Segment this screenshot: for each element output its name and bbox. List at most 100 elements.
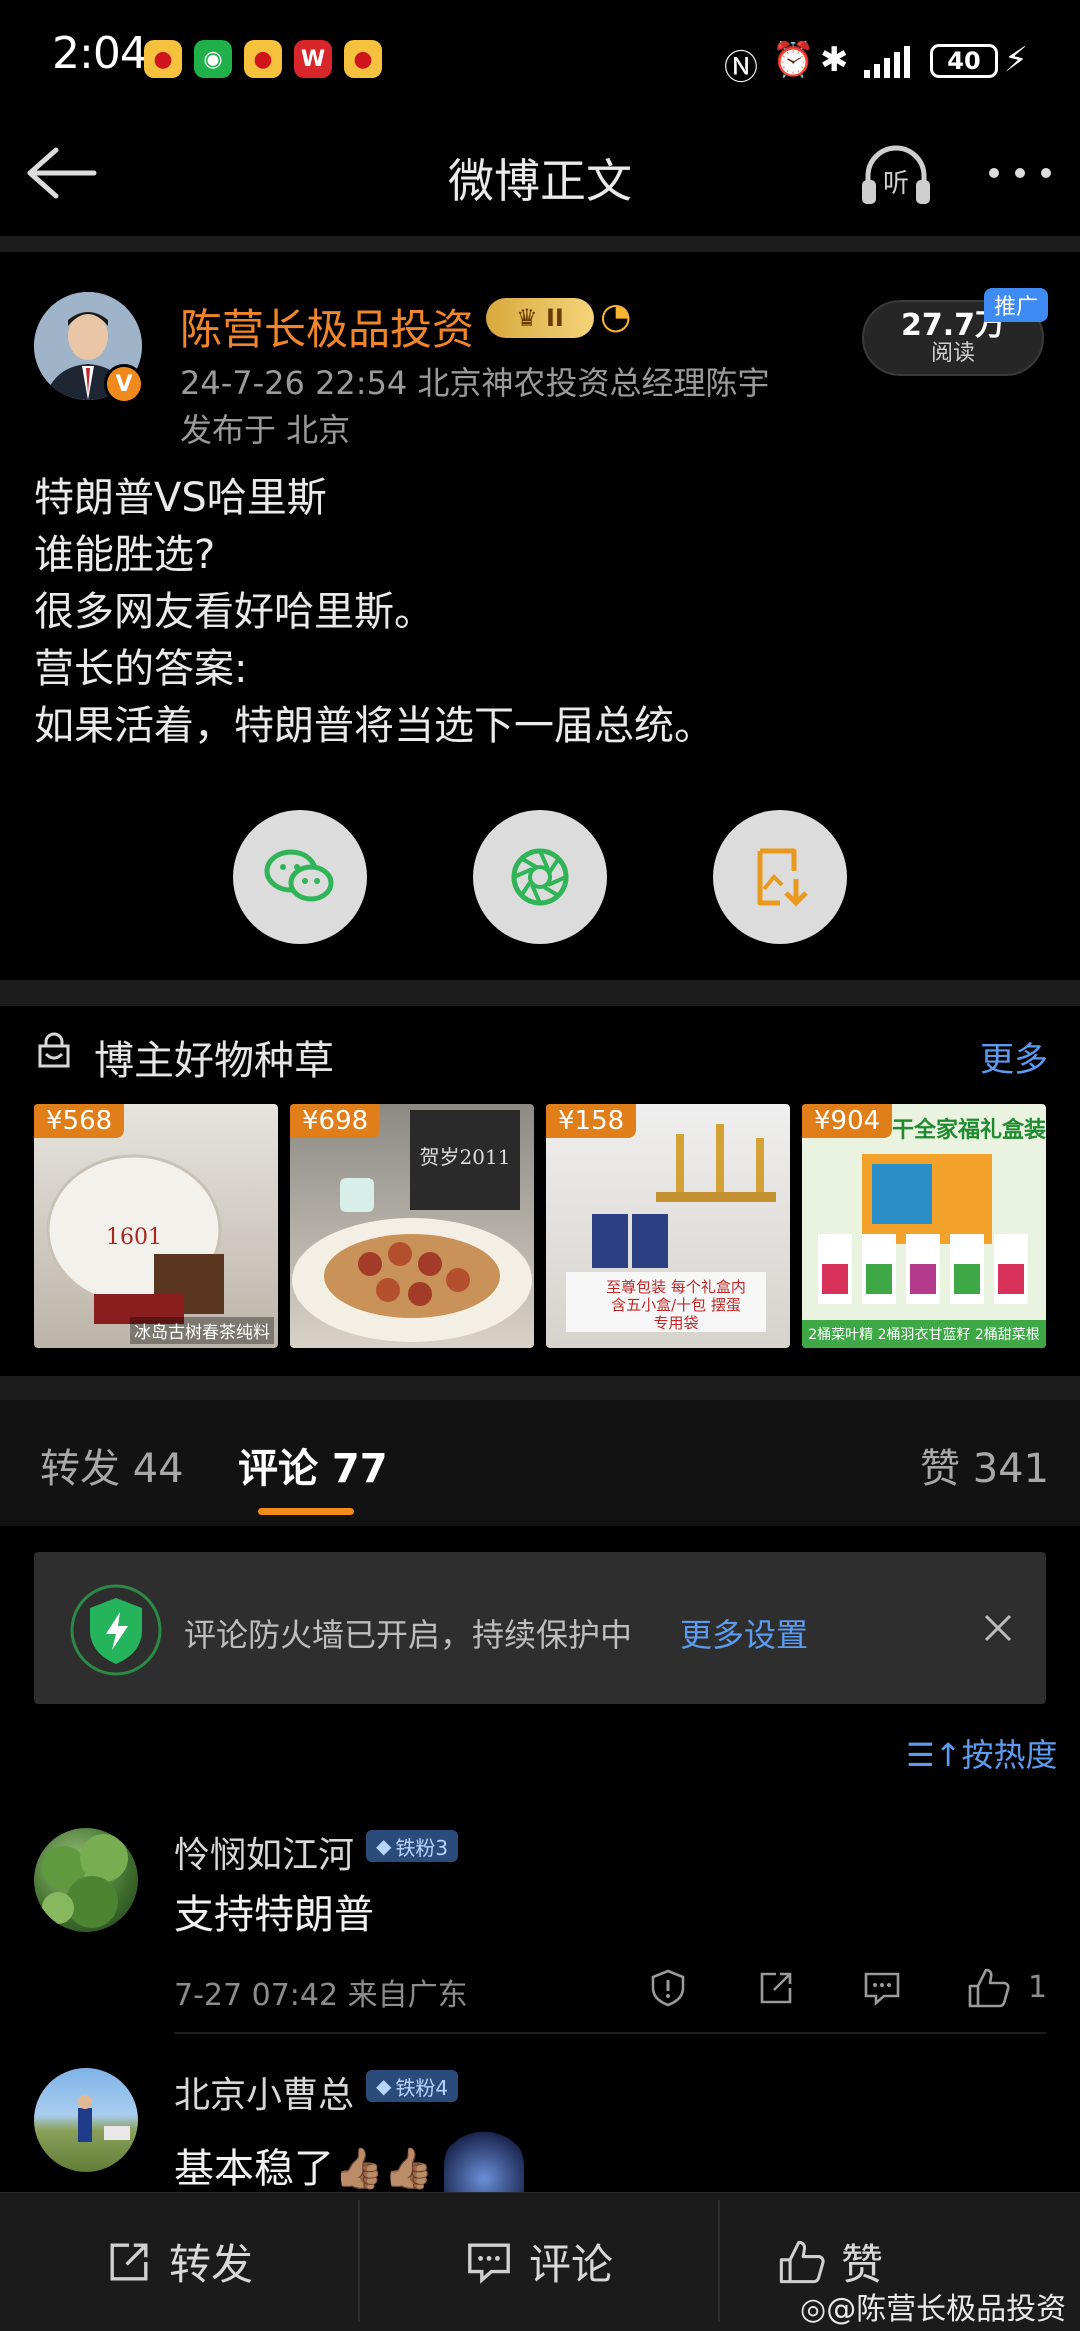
tea-stamp: 1601 [106, 1225, 162, 1250]
price-tag: ¥568 [34, 1104, 125, 1138]
puer-stamp: 贺岁2011 [420, 1145, 511, 1169]
diamond-icon: ◆ [376, 2074, 392, 2098]
moments-share-icon [511, 848, 569, 906]
fan-badge[interactable]: ◆ 铁粉3 [366, 1830, 459, 1862]
post-line: 特朗普VS哈里斯 [34, 475, 327, 521]
commenter-name[interactable]: 北京小曹总 [174, 2066, 354, 2118]
signal-icon [864, 46, 910, 78]
fan-badge-label: 铁粉4 [395, 2075, 449, 2100]
promo-tag[interactable]: 推广 [984, 288, 1048, 322]
sort-by-hot-button[interactable]: ☰↑按热度 [906, 1730, 1058, 1776]
reply-icon[interactable] [862, 1968, 902, 2008]
comment-meta: 7-27 07:42 来自广东 [174, 1978, 468, 2013]
goods-more-link[interactable]: 更多 [980, 1032, 1048, 1081]
price-tag: ¥158 [546, 1104, 637, 1138]
weibo-icon: ● [144, 40, 182, 78]
level-label: II [546, 304, 564, 332]
alarm-icon: ⏰ [772, 40, 815, 80]
divider [0, 236, 1080, 252]
status-bar: 2:04 ● ◉ ● W ● Ⓝ ⏰ ✱ 40 ⚡ [0, 0, 1080, 120]
wechat-share-icon [264, 849, 334, 902]
more-options-icon[interactable] [980, 150, 1060, 196]
goods-card[interactable]: 贺岁2011 ¥698 [290, 1104, 534, 1348]
crown-icon: ♛ [516, 304, 546, 332]
commenter-name[interactable]: 怜悯如江河 [174, 1826, 354, 1878]
verified-badge: V [104, 364, 144, 404]
goods-caption: 2桶菜叶精 2桶羽衣甘蓝籽 2桶甜菜根 [802, 1320, 1046, 1348]
like-label: 赞 [840, 2240, 883, 2289]
shield-icon [70, 1584, 162, 1676]
goods-bag-icon [38, 1032, 70, 1068]
post-location: 发布于 北京 [180, 411, 351, 449]
repost-icon[interactable] [756, 1968, 796, 2008]
fan-club-icon[interactable]: ◔ [600, 296, 631, 337]
status-time: 2:04 [52, 28, 148, 79]
listen-headphones-icon[interactable]: 听 [858, 140, 934, 210]
post-line: 如果活着，特朗普将当选下一届总统。 [34, 703, 714, 749]
author-name[interactable]: 陈营长极品投资 [180, 296, 474, 357]
goods-caption: 冰岛古树春茶纯料 [130, 1317, 274, 1344]
watermark: ◎@陈营长极品投资 [800, 2284, 1066, 2328]
post-body: 特朗普VS哈里斯 谁能胜选? 很多网友看好哈里斯。 营长的答案: 如果活着，特朗… [34, 470, 1034, 755]
divider [0, 1376, 1080, 1400]
firewall-settings-link[interactable]: 更多设置 [680, 1610, 808, 1656]
tea-cake-image: 1601 [46, 1154, 224, 1324]
commenter-avatar[interactable] [34, 1828, 138, 1932]
nfc-icon: Ⓝ [724, 48, 758, 88]
tab-like[interactable]: 赞 341 [920, 1436, 1049, 1494]
weibo-icon: ● [244, 40, 282, 78]
charging-icon: ⚡ [1004, 40, 1028, 80]
share-moments-button[interactable] [473, 810, 607, 944]
sort-icon: ☰↑ [906, 1736, 962, 1774]
goods-card[interactable]: 干全家福礼盒装 ¥904 2桶菜叶精 2桶羽衣甘蓝籽 2桶甜菜根 [802, 1104, 1046, 1348]
active-tab-indicator [258, 1508, 354, 1515]
weibo-logo-icon: ◎ [800, 2292, 827, 2327]
fan-badge[interactable]: ◆ 铁粉4 [366, 2070, 459, 2102]
decoration-icon [444, 2126, 524, 2192]
diamond-icon: ◆ [376, 1834, 392, 1858]
bluetooth-icon: ✱ [820, 40, 849, 80]
repost-label: 转发 [168, 2240, 253, 2289]
divider [174, 2032, 1046, 2034]
tab-comment[interactable]: 评论 77 [238, 1436, 388, 1494]
goods-card[interactable]: 1601 ¥568 冰岛古树春茶纯料 [34, 1104, 278, 1348]
reads-label: 阅读 [930, 341, 975, 367]
post-line: 谁能胜选? [34, 532, 216, 578]
puer-image: 贺岁2011 [292, 1110, 532, 1342]
save-image-icon [757, 848, 808, 907]
thumbs-up-icon [779, 2240, 825, 2283]
comment-text: 支持特朗普 [174, 1892, 374, 1938]
level-badge[interactable]: ♛ II [486, 298, 594, 338]
comment-like-count: 1 [1028, 1970, 1048, 2005]
comment-label: 评论 [528, 2240, 613, 2289]
repost-button[interactable]: 转发 [0, 2192, 358, 2331]
share-wechat-button[interactable] [233, 810, 367, 944]
post-meta: 24-7-26 22:54 北京神农投资总经理陈宇 [180, 364, 770, 402]
comment-button[interactable]: 评论 [360, 2192, 718, 2331]
goods-card[interactable]: ¥158 至尊包装 每个礼盒内含五小盒/十包 摆蛋专用袋 [546, 1104, 790, 1348]
watermark-text: @陈营长极品投资 [826, 2292, 1067, 2327]
wps-icon: W [294, 40, 332, 78]
save-image-button[interactable] [713, 810, 847, 944]
goods-section-title: 博主好物种草 [94, 1038, 334, 1084]
close-icon[interactable] [978, 1608, 1018, 1648]
weibo-icon: ● [344, 40, 382, 78]
commenter-avatar[interactable] [34, 2068, 138, 2172]
like-icon[interactable] [966, 1966, 1010, 2010]
divider [0, 980, 1080, 1006]
fan-badge-label: 铁粉3 [395, 1835, 449, 1860]
post-line: 很多网友看好哈里斯。 [34, 589, 434, 635]
price-tag: ¥698 [290, 1104, 381, 1138]
listen-label: 听 [883, 169, 909, 199]
report-icon[interactable] [648, 1968, 688, 2008]
post-line: 营长的答案: [34, 646, 248, 692]
tab-repost[interactable]: 转发 44 [40, 1436, 184, 1494]
comment-icon [468, 2243, 510, 2284]
repost-icon [110, 2243, 148, 2280]
battery-indicator: 40 [930, 44, 998, 78]
goods-banner: 干全家福礼盒装 [892, 1118, 1046, 1143]
firewall-text: 评论防火墙已开启，持续保护中 [184, 1616, 633, 1654]
price-tag: ¥904 [802, 1104, 893, 1138]
goods-caption: 至尊包装 每个礼盒内含五小盒/十包 摆蛋专用袋 [606, 1278, 746, 1332]
sort-label: 按热度 [961, 1736, 1058, 1774]
